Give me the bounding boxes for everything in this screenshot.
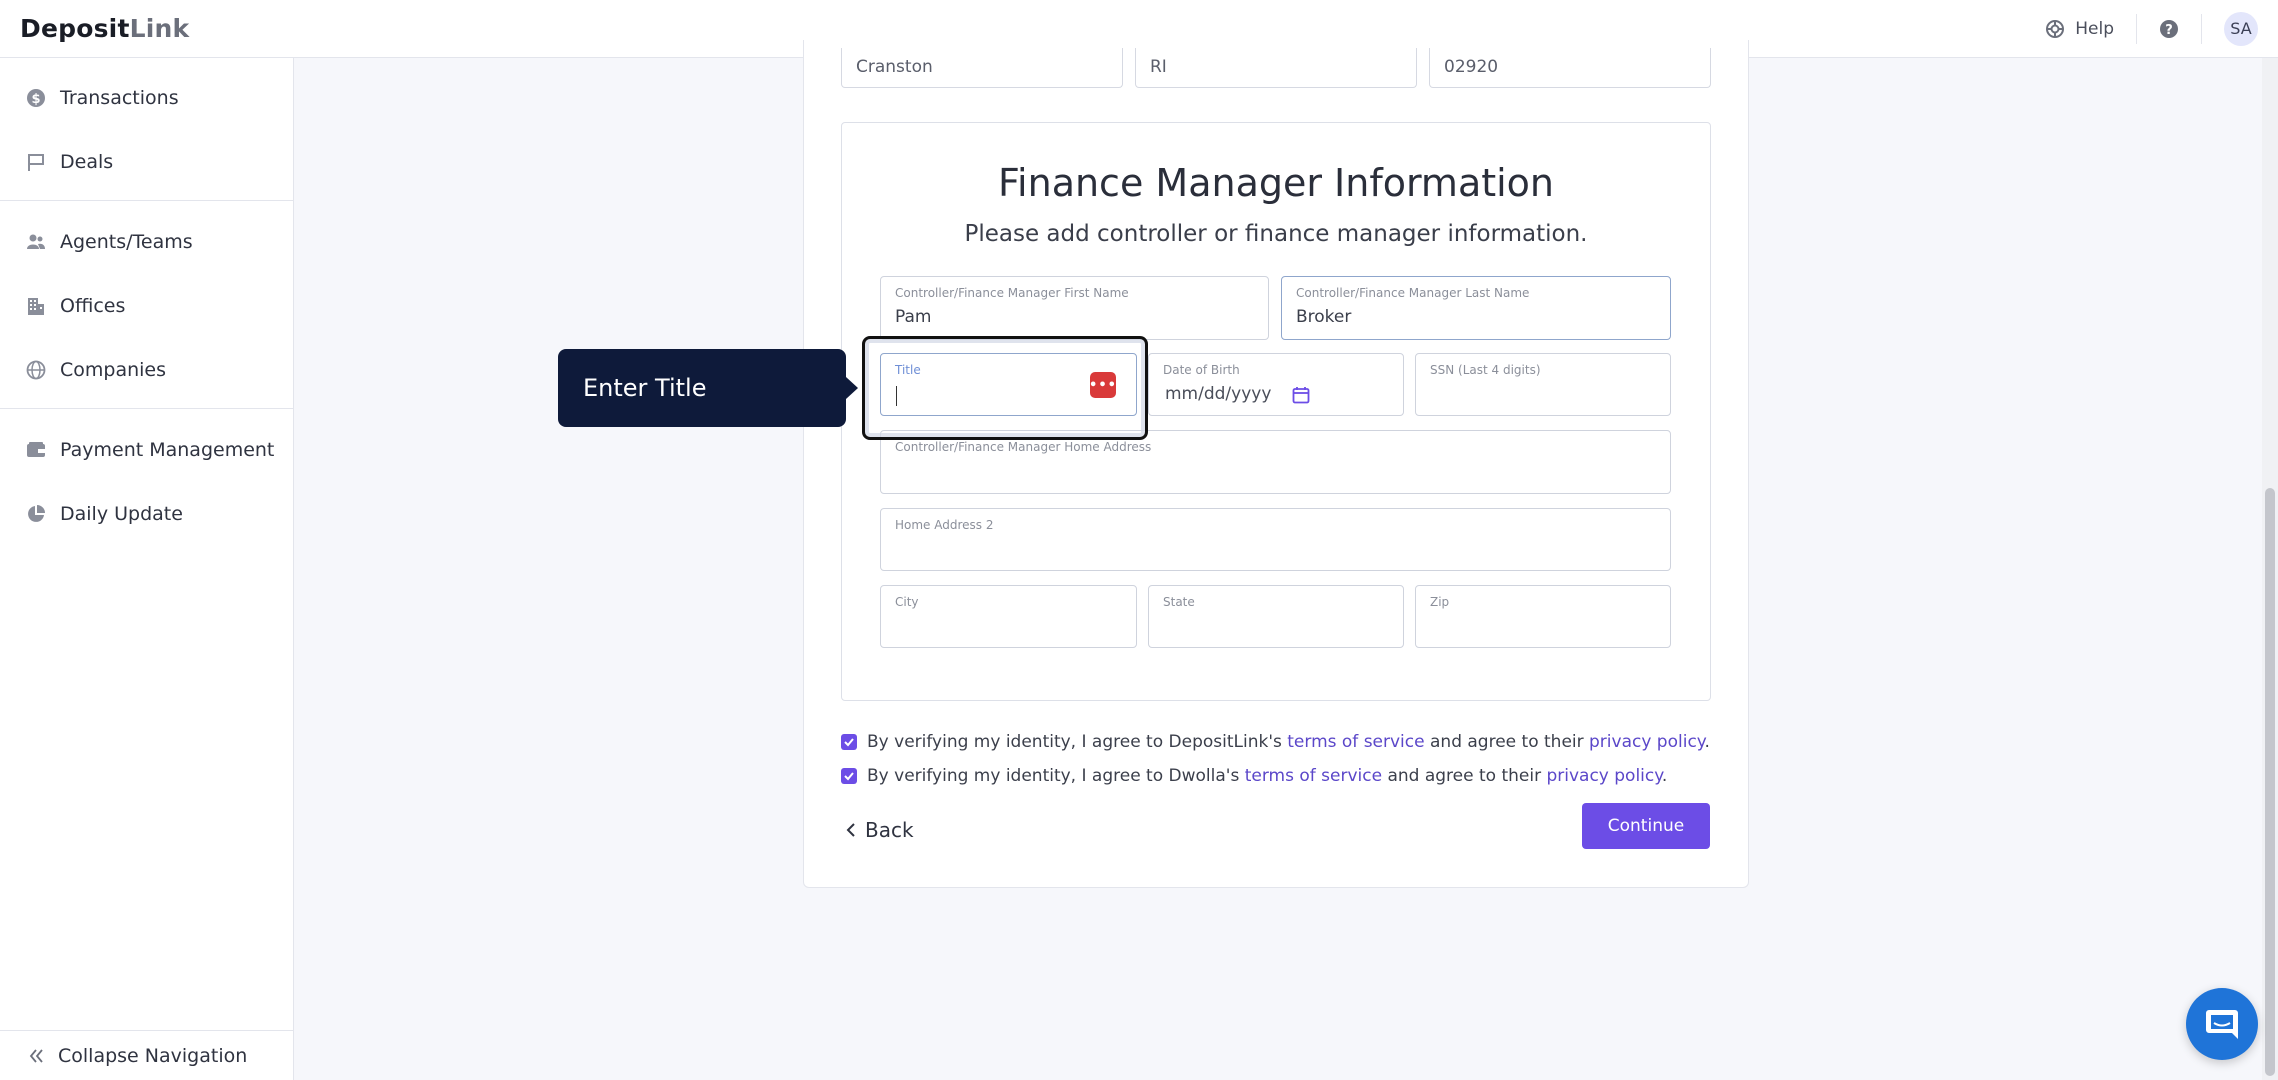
- logo-text-dep: Dep: [20, 14, 77, 43]
- svg-text:?: ?: [2165, 23, 2173, 38]
- city-label: City: [895, 595, 919, 609]
- state-input[interactable]: State: [1148, 585, 1404, 648]
- dollar-circle-icon: $: [27, 89, 45, 107]
- help-button[interactable]: Help: [2045, 13, 2137, 44]
- help-label: Help: [2075, 18, 2114, 39]
- agreement-depositlink-checkbox[interactable]: [841, 734, 857, 750]
- question-circle-icon: ?: [2160, 19, 2178, 38]
- terms-of-service-link[interactable]: terms of service: [1245, 766, 1382, 786]
- step-highlight-frame: [862, 336, 1148, 440]
- header-actions: Help ? SA: [2045, 0, 2258, 58]
- company-city-value: Cranston: [856, 57, 933, 77]
- company-zip-input[interactable]: 02920: [1429, 48, 1711, 88]
- sidebar-item-payment-management[interactable]: Payment Management: [0, 426, 294, 474]
- sidebar-item-companies[interactable]: Companies: [0, 346, 294, 394]
- last-name-field[interactable]: Controller/Finance Manager Last Name Bro…: [1281, 276, 1671, 340]
- page-scrollbar-thumb[interactable]: [2265, 488, 2275, 1076]
- home-address-label: Controller/Finance Manager Home Address: [895, 440, 1152, 454]
- ssn-input[interactable]: SSN (Last 4 digits): [1415, 353, 1671, 416]
- wallet-icon: [27, 442, 45, 457]
- sidebar-navigation: $ Transactions Deals Agents/Teams Office…: [0, 58, 294, 1080]
- ssn-label: SSN (Last 4 digits): [1430, 363, 1541, 377]
- agreement-suffix: .: [1704, 732, 1710, 752]
- sidebar-item-deals[interactable]: Deals: [0, 138, 294, 186]
- chat-widget-button[interactable]: [2186, 988, 2258, 1060]
- company-city-input[interactable]: Cranston: [841, 48, 1123, 88]
- company-state-value: RI: [1150, 57, 1167, 77]
- zip-input[interactable]: Zip: [1415, 585, 1671, 648]
- sidebar-item-daily-update[interactable]: Daily Update: [0, 490, 294, 538]
- sidebar-item-transactions[interactable]: $ Transactions: [0, 74, 294, 122]
- logo-text-sit: sit: [93, 14, 130, 43]
- last-name-label: Controller/Finance Manager Last Name: [1296, 286, 1530, 300]
- logo-text-link: Link: [129, 14, 190, 43]
- home-address-2-input[interactable]: Home Address 2: [880, 508, 1671, 571]
- building-icon: [28, 298, 44, 315]
- home-address-2-label: Home Address 2: [895, 518, 994, 532]
- company-state-input[interactable]: RI: [1135, 48, 1417, 88]
- agreement-text: By verifying my identity, I agree to Dwo…: [867, 766, 1667, 786]
- agreement-middle: and agree to their: [1382, 766, 1547, 786]
- first-name-value: Pam: [895, 307, 932, 327]
- agreement-suffix: .: [1661, 766, 1668, 786]
- back-label: Back: [865, 818, 914, 842]
- city-input[interactable]: City: [880, 585, 1137, 648]
- logo-text-o: o: [76, 14, 94, 43]
- company-zip-value: 02920: [1444, 57, 1499, 77]
- dob-placeholder: mm/dd/yyyy: [1165, 384, 1272, 404]
- sidebar-divider: [0, 200, 294, 201]
- last-name-value: Broker: [1296, 307, 1352, 327]
- card-title: Finance Manager Information: [997, 161, 1555, 205]
- agreement-dwolla-checkbox[interactable]: [841, 768, 857, 784]
- tooltip-text: Enter Title: [583, 374, 707, 402]
- terms-of-service-link[interactable]: terms of service: [1287, 732, 1424, 752]
- flag-icon: [28, 154, 44, 171]
- agreement-prefix: By verifying my identity, I agree to Dep…: [867, 732, 1288, 752]
- card-subtitle: Please add controller or finance manager…: [964, 221, 1588, 247]
- users-icon: [27, 234, 45, 249]
- depositlink-logo[interactable]: Dep o sit Link: [20, 14, 189, 43]
- question-button[interactable]: ?: [2159, 13, 2202, 44]
- first-name-label: Controller/Finance Manager First Name: [895, 286, 1129, 300]
- date-of-birth-input[interactable]: Date of Birth mm/dd/yyyy: [1148, 353, 1404, 416]
- sidebar-item-label: Daily Update: [60, 503, 183, 525]
- continue-button[interactable]: Continue: [1582, 803, 1710, 849]
- collapse-navigation-button[interactable]: Collapse Navigation: [0, 1030, 294, 1080]
- agreement-middle: and agree to their: [1424, 732, 1590, 752]
- chevron-left-icon: [846, 823, 855, 837]
- globe-icon: [26, 360, 46, 380]
- lifebuoy-icon: [2046, 19, 2065, 38]
- privacy-policy-link[interactable]: privacy policy: [1546, 766, 1661, 786]
- agreement-dwolla: By verifying my identity, I agree to Dwo…: [841, 764, 1667, 788]
- sidebar-item-label: Payment Management: [60, 439, 275, 461]
- calendar-icon[interactable]: [1292, 386, 1310, 404]
- dob-label: Date of Birth: [1163, 363, 1240, 377]
- double-chevron-left-icon: [29, 1048, 43, 1063]
- agreement-text: By verifying my identity, I agree to Dep…: [867, 732, 1710, 752]
- svg-text:$: $: [31, 92, 40, 107]
- checkmark-icon: [844, 772, 854, 781]
- chat-bubble-icon: [2206, 1010, 2238, 1039]
- sidebar-divider: [0, 408, 294, 409]
- sidebar-item-label: Agents/Teams: [60, 231, 193, 253]
- checkmark-icon: [844, 738, 854, 747]
- privacy-policy-link[interactable]: privacy policy: [1589, 732, 1704, 752]
- sidebar-item-label: Transactions: [60, 87, 179, 109]
- sidebar-item-label: Offices: [60, 295, 126, 317]
- sidebar-item-label: Companies: [60, 359, 167, 381]
- agreement-prefix: By verifying my identity, I agree to Dwo…: [867, 766, 1245, 786]
- first-name-field[interactable]: Controller/Finance Manager First Name Pa…: [880, 276, 1269, 340]
- collapse-navigation-label: Collapse Navigation: [58, 1044, 248, 1067]
- guide-tooltip: Enter Title: [558, 349, 858, 427]
- agreement-depositlink: By verifying my identity, I agree to Dep…: [841, 730, 1710, 754]
- pie-chart-icon: [28, 505, 45, 522]
- back-button[interactable]: Back: [845, 818, 914, 842]
- sidebar-item-offices[interactable]: Offices: [0, 282, 294, 330]
- zip-label: Zip: [1430, 595, 1450, 609]
- state-label: State: [1163, 595, 1195, 609]
- user-avatar[interactable]: SA: [2224, 11, 2258, 46]
- sidebar-item-label: Deals: [60, 151, 114, 173]
- sidebar-item-agents-teams[interactable]: Agents/Teams: [0, 218, 294, 266]
